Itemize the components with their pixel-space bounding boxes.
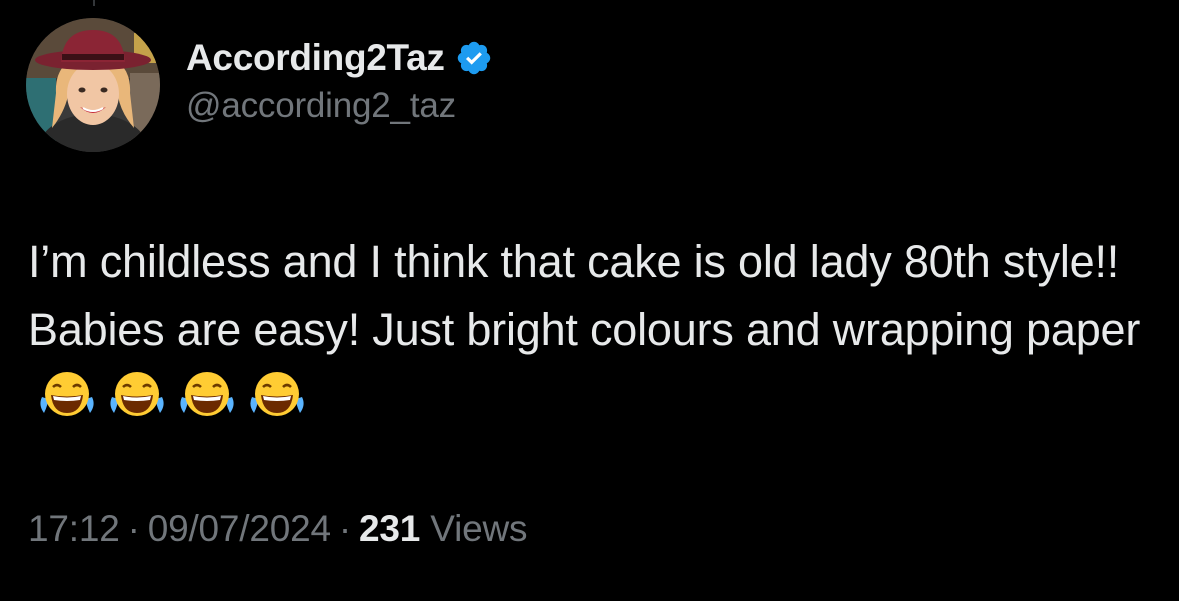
display-name[interactable]: According2Taz: [186, 37, 445, 79]
tweet-card: According2Taz @according2_taz I’m childl…: [0, 0, 1179, 601]
tweet-header: According2Taz @according2_taz: [186, 34, 493, 126]
separator-dot: ·: [338, 508, 352, 549]
tweet-metadata: 17:12 · 09/07/2024 · 231 Views: [28, 508, 527, 550]
face-with-tears-of-joy-icon: [108, 369, 166, 419]
face-with-tears-of-joy-icon: [248, 369, 306, 419]
tweet-date[interactable]: 09/07/2024: [148, 508, 331, 549]
user-handle[interactable]: @according2_taz: [186, 86, 493, 126]
face-with-tears-of-joy-icon: [38, 369, 96, 419]
emoji-group: [38, 369, 318, 419]
tweet-text: I’m childless and I think that cake is o…: [28, 228, 1158, 432]
name-row: According2Taz: [186, 34, 493, 82]
thread-connector-line: [93, 0, 95, 6]
views-count[interactable]: 231: [359, 508, 420, 549]
verified-badge-icon[interactable]: [455, 39, 493, 77]
separator-dot: ·: [127, 508, 140, 549]
tweet-text-content: I’m childless and I think that cake is o…: [28, 236, 1141, 355]
avatar[interactable]: [26, 18, 160, 152]
tweet-time[interactable]: 17:12: [28, 508, 120, 549]
face-with-tears-of-joy-icon: [178, 369, 236, 419]
views-label[interactable]: Views: [430, 508, 527, 549]
avatar-image: [26, 18, 160, 152]
